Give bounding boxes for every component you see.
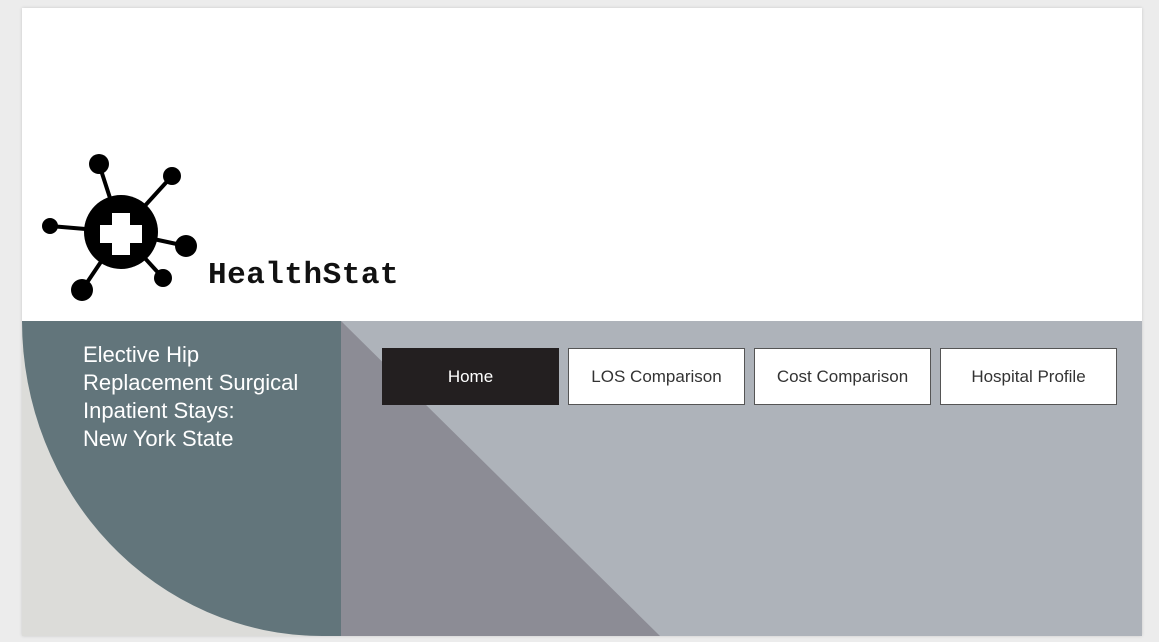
hero-banner: Elective Hip Replacement Surgical Inpati… bbox=[22, 321, 1142, 636]
subtitle-line: Elective Hip bbox=[83, 342, 200, 367]
navigation-buttons: Home LOS Comparison Cost Comparison Hosp… bbox=[382, 348, 1117, 405]
home-button[interactable]: Home bbox=[382, 348, 559, 405]
subtitle-line: Replacement Surgical bbox=[83, 370, 299, 395]
page-subtitle: Elective Hip Replacement Surgical Inpati… bbox=[83, 341, 343, 453]
brand-name: HealthStat bbox=[208, 258, 400, 293]
header: HealthStat bbox=[22, 8, 1142, 321]
subtitle-line: Inpatient Stays: bbox=[83, 398, 235, 423]
hospital-profile-button[interactable]: Hospital Profile bbox=[940, 348, 1117, 405]
cost-comparison-button[interactable]: Cost Comparison bbox=[754, 348, 931, 405]
virus-medical-cross-icon bbox=[42, 154, 197, 301]
los-comparison-button[interactable]: LOS Comparison bbox=[568, 348, 745, 405]
report-canvas: HealthStat Elective Hip Replacement Surg… bbox=[22, 8, 1142, 636]
subtitle-line: New York State bbox=[83, 426, 234, 451]
